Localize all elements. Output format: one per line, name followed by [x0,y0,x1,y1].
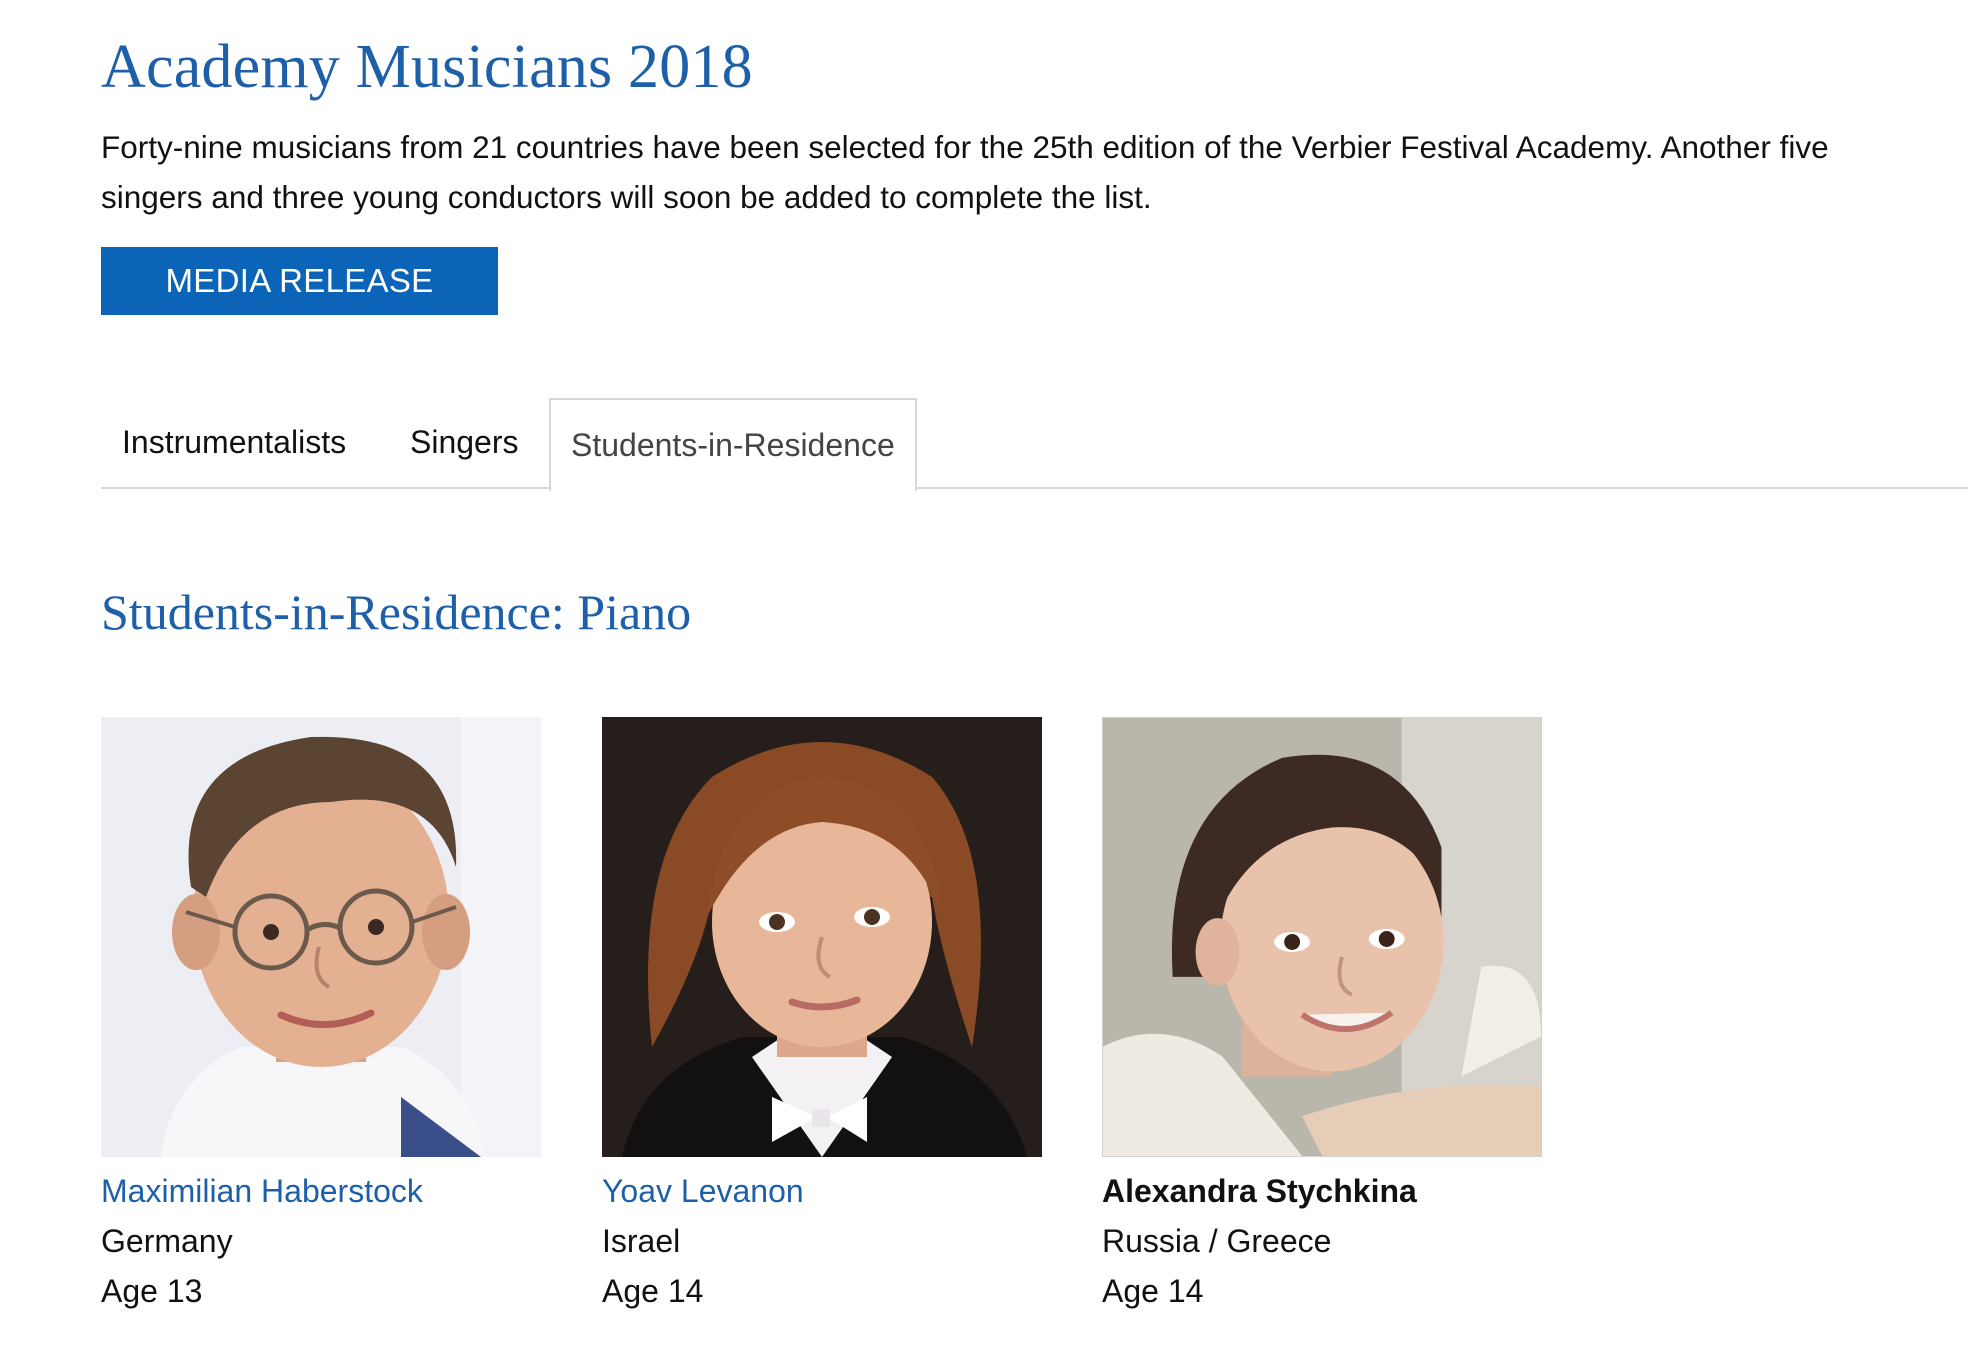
page-title: Academy Musicians 2018 [101,33,753,101]
portrait-girl-icon [1102,717,1542,1157]
musician-name-link[interactable]: Maximilian Haberstock [101,1173,423,1210]
musician-card: Maximilian Haberstock Germany Age 13 [101,717,543,1309]
intro-line-1: Forty-nine musicians from 21 countries h… [101,129,1829,165]
tab-students-in-residence[interactable]: Students-in-Residence [549,398,917,491]
tab-singers[interactable]: Singers [410,398,519,487]
intro-line-2: singers and three young conductors will … [101,179,1152,215]
musician-name: Alexandra Stychkina [1102,1173,1417,1209]
media-release-button[interactable]: MEDIA RELEASE [101,247,498,315]
portrait-boy-bowtie-icon[interactable] [602,717,1042,1157]
musician-country: Israel [602,1223,681,1259]
musician-name-link[interactable]: Yoav Levanon [602,1173,804,1210]
section-title: Students-in-Residence: Piano [101,584,692,640]
intro-text: Forty-nine musicians from 21 countries h… [101,122,1968,222]
portrait-boy-glasses-icon[interactable] [101,717,541,1157]
tab-instrumentalists[interactable]: Instrumentalists [122,398,346,487]
musician-age: Age 14 [1102,1273,1204,1309]
musician-age: Age 13 [101,1273,203,1309]
musician-country: Russia / Greece [1102,1223,1332,1259]
musician-country: Germany [101,1223,233,1259]
musician-age: Age 14 [602,1273,704,1309]
tabs-divider [101,487,1968,489]
musician-card: Yoav Levanon Israel Age 14 [602,717,1044,1309]
musician-card: Alexandra Stychkina Russia / Greece Age … [1102,717,1544,1309]
